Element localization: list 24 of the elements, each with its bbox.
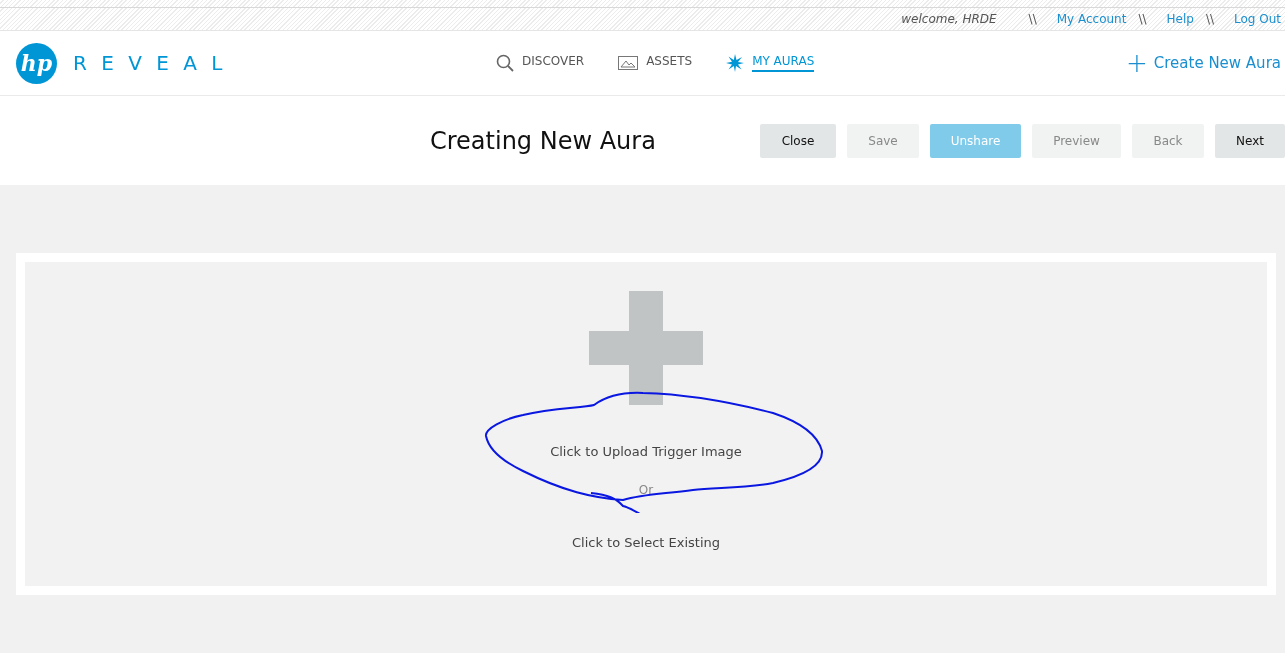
or-text: Or <box>638 483 654 497</box>
toolbar-button[interactable]: Next <box>1215 123 1285 158</box>
separator-text: \\ <box>1205 12 1214 26</box>
top-link[interactable]: Help <box>1166 12 1194 26</box>
nav-tab[interactable]: DISCOVER <box>496 54 585 72</box>
create-new-aura-link[interactable]: + Create New Aura <box>1125 50 1281 76</box>
select-existing-link[interactable]: Click to Select Existing <box>572 535 720 550</box>
page-title: Creating New Aura <box>430 126 657 155</box>
logo-icon[interactable]: hp <box>16 42 57 84</box>
upload-area[interactable]: Click to Upload Trigger Image Or Click to Select Existing <box>25 262 1267 586</box>
starburst-icon <box>726 54 745 72</box>
top-link[interactable]: My Account <box>1056 12 1127 26</box>
separator-text: \\ <box>1028 12 1037 26</box>
toolbar-button[interactable]: Close <box>760 123 836 158</box>
nav-tab[interactable]: MY AURAS <box>726 54 815 72</box>
search-icon <box>496 54 514 72</box>
plus-icon <box>589 291 703 405</box>
welcome-text: welcome, HRDE <box>901 12 997 26</box>
nav-tab[interactable]: ASSETS <box>618 54 693 72</box>
logo-text: R E V E A L <box>73 51 227 75</box>
upload-trigger-link[interactable]: Click to Upload Trigger Image <box>550 444 742 459</box>
top-link[interactable]: Log Out <box>1234 12 1281 26</box>
separator-text: \\ <box>1138 12 1147 26</box>
image-icon <box>618 56 639 70</box>
